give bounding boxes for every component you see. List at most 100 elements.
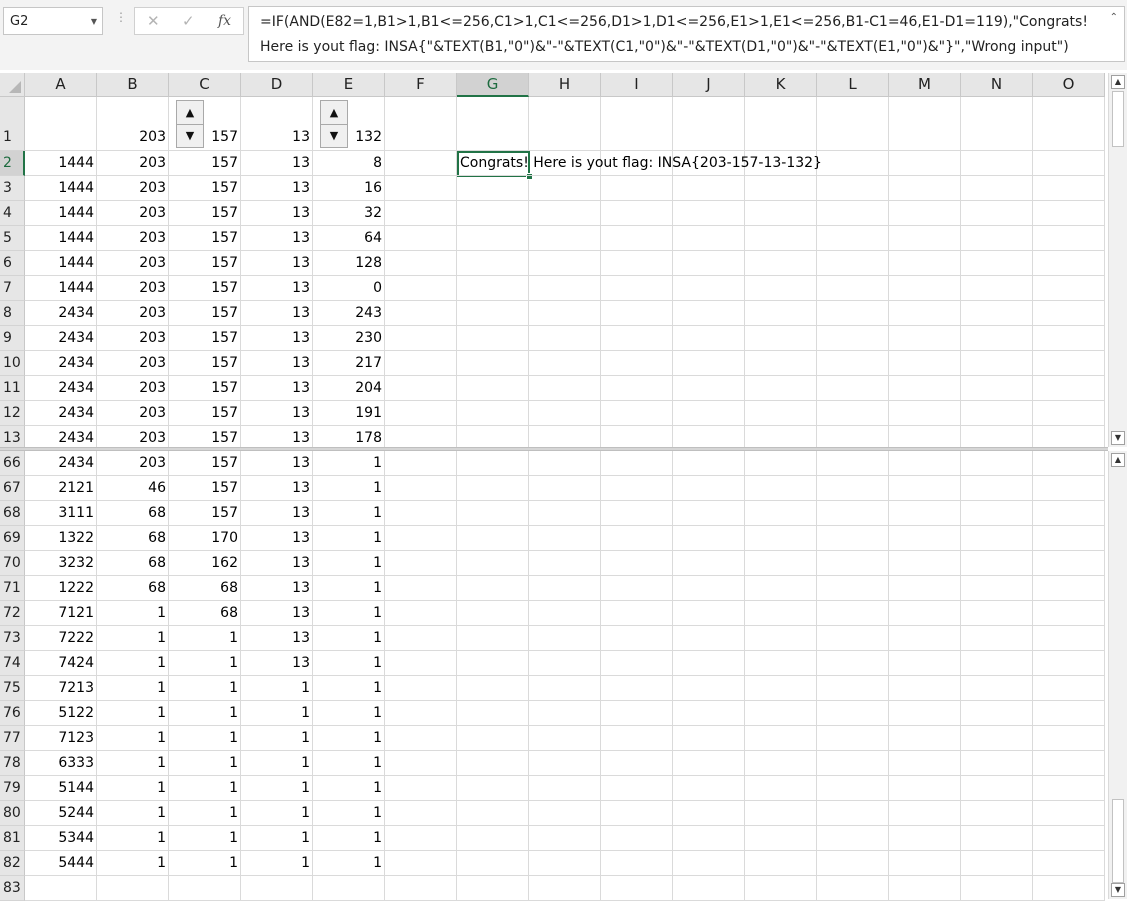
- cell-h3[interactable]: [529, 176, 601, 201]
- cell-i3[interactable]: [601, 176, 673, 201]
- cell-h5[interactable]: [529, 226, 601, 251]
- cell-e79[interactable]: 1: [313, 776, 385, 801]
- cell-d1[interactable]: 13: [241, 97, 313, 151]
- cell-g78[interactable]: [457, 751, 529, 776]
- cell-l5[interactable]: [817, 226, 889, 251]
- cell-a71[interactable]: 1222: [25, 576, 97, 601]
- cell-o68[interactable]: [1033, 501, 1105, 526]
- cell-j12[interactable]: [673, 401, 745, 426]
- cell-f70[interactable]: [385, 551, 457, 576]
- cell-a1[interactable]: [25, 97, 97, 151]
- cell-i10[interactable]: [601, 351, 673, 376]
- cell-k71[interactable]: [745, 576, 817, 601]
- cell-m67[interactable]: [889, 476, 961, 501]
- cell-h77[interactable]: [529, 726, 601, 751]
- cell-f72[interactable]: [385, 601, 457, 626]
- cell-f74[interactable]: [385, 651, 457, 676]
- cell-h73[interactable]: [529, 626, 601, 651]
- cell-l66[interactable]: [817, 451, 889, 476]
- cell-b5[interactable]: 203: [97, 226, 169, 251]
- cell-o82[interactable]: [1033, 851, 1105, 876]
- cell-i8[interactable]: [601, 301, 673, 326]
- cell-k73[interactable]: [745, 626, 817, 651]
- cell-f79[interactable]: [385, 776, 457, 801]
- cell-f3[interactable]: [385, 176, 457, 201]
- cell-c83[interactable]: [169, 876, 241, 901]
- cell-h12[interactable]: [529, 401, 601, 426]
- column-header-g[interactable]: G: [457, 73, 529, 97]
- row-header[interactable]: 12: [0, 401, 25, 426]
- cell-m6[interactable]: [889, 251, 961, 276]
- cell-b8[interactable]: 203: [97, 301, 169, 326]
- cell-d72[interactable]: 13: [241, 601, 313, 626]
- spinner-c1[interactable]: ▲ ▼: [176, 100, 204, 148]
- cell-o7[interactable]: [1033, 276, 1105, 301]
- cell-h70[interactable]: [529, 551, 601, 576]
- cell-f73[interactable]: [385, 626, 457, 651]
- cell-f82[interactable]: [385, 851, 457, 876]
- cell-d71[interactable]: 13: [241, 576, 313, 601]
- cell-h9[interactable]: [529, 326, 601, 351]
- cell-g1[interactable]: [457, 97, 529, 151]
- cell-o77[interactable]: [1033, 726, 1105, 751]
- cell-a10[interactable]: 2434: [25, 351, 97, 376]
- cell-d76[interactable]: 1: [241, 701, 313, 726]
- row-header[interactable]: 5: [0, 226, 25, 251]
- cell-l10[interactable]: [817, 351, 889, 376]
- cell-a7[interactable]: 1444: [25, 276, 97, 301]
- cell-j6[interactable]: [673, 251, 745, 276]
- cell-l75[interactable]: [817, 676, 889, 701]
- cell-j9[interactable]: [673, 326, 745, 351]
- column-header-h[interactable]: H: [529, 73, 601, 97]
- cell-b11[interactable]: 203: [97, 376, 169, 401]
- cell-n72[interactable]: [961, 601, 1033, 626]
- cell-l72[interactable]: [817, 601, 889, 626]
- cell-j77[interactable]: [673, 726, 745, 751]
- cell-g74[interactable]: [457, 651, 529, 676]
- cell-b6[interactable]: 203: [97, 251, 169, 276]
- cell-i68[interactable]: [601, 501, 673, 526]
- cell-l83[interactable]: [817, 876, 889, 901]
- cell-m81[interactable]: [889, 826, 961, 851]
- cell-f9[interactable]: [385, 326, 457, 351]
- row-header[interactable]: 76: [0, 701, 25, 726]
- cell-h4[interactable]: [529, 201, 601, 226]
- cell-a72[interactable]: 7121: [25, 601, 97, 626]
- cell-f68[interactable]: [385, 501, 457, 526]
- cell-k68[interactable]: [745, 501, 817, 526]
- cell-n67[interactable]: [961, 476, 1033, 501]
- cell-g75[interactable]: [457, 676, 529, 701]
- row-header[interactable]: 9: [0, 326, 25, 351]
- cell-g82[interactable]: [457, 851, 529, 876]
- cell-i11[interactable]: [601, 376, 673, 401]
- formula-text[interactable]: =IF(AND(E82=1,B1>1,B1<=256,C1>1,C1<=256,…: [260, 10, 1102, 60]
- cell-a79[interactable]: 5144: [25, 776, 97, 801]
- cell-n9[interactable]: [961, 326, 1033, 351]
- cell-j66[interactable]: [673, 451, 745, 476]
- cell-i66[interactable]: [601, 451, 673, 476]
- column-header-b[interactable]: B: [97, 73, 169, 97]
- cell-m4[interactable]: [889, 201, 961, 226]
- cell-o79[interactable]: [1033, 776, 1105, 801]
- freeze-split-bar[interactable]: [0, 447, 1108, 451]
- cell-d83[interactable]: [241, 876, 313, 901]
- cell-n7[interactable]: [961, 276, 1033, 301]
- cell-d9[interactable]: 13: [241, 326, 313, 351]
- scroll-thumb[interactable]: [1112, 799, 1124, 883]
- cell-c10[interactable]: 157: [169, 351, 241, 376]
- cell-g4[interactable]: [457, 201, 529, 226]
- cell-i76[interactable]: [601, 701, 673, 726]
- cell-l11[interactable]: [817, 376, 889, 401]
- cell-f76[interactable]: [385, 701, 457, 726]
- collapse-formula-icon[interactable]: ⌃: [1110, 12, 1118, 23]
- cell-n68[interactable]: [961, 501, 1033, 526]
- cell-a69[interactable]: 1322: [25, 526, 97, 551]
- cell-h71[interactable]: [529, 576, 601, 601]
- cell-c5[interactable]: 157: [169, 226, 241, 251]
- cell-a77[interactable]: 7123: [25, 726, 97, 751]
- cell-e71[interactable]: 1: [313, 576, 385, 601]
- cell-i7[interactable]: [601, 276, 673, 301]
- cell-k6[interactable]: [745, 251, 817, 276]
- cell-k9[interactable]: [745, 326, 817, 351]
- cell-n82[interactable]: [961, 851, 1033, 876]
